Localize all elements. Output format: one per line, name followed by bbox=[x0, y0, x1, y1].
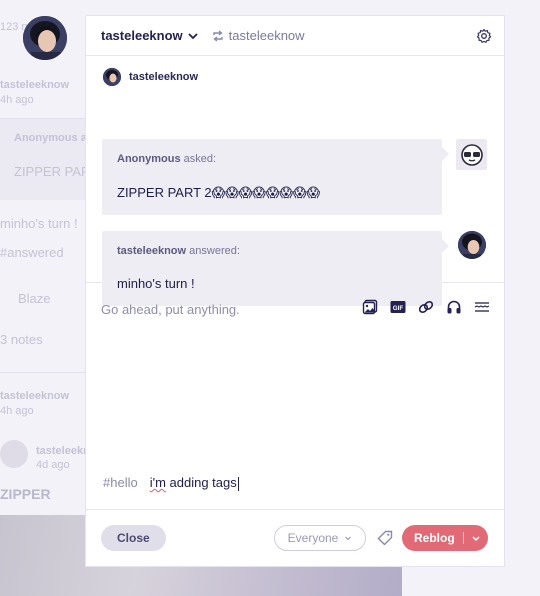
bg-post-user: tasteleeknow bbox=[0, 79, 70, 91]
bg-divider bbox=[0, 372, 86, 373]
reblog-source[interactable]: tasteleeknow bbox=[229, 28, 305, 43]
editor-input[interactable]: Go ahead, put anything. bbox=[101, 302, 240, 317]
photo-icon[interactable] bbox=[362, 299, 378, 315]
bg-avatar bbox=[0, 440, 28, 468]
read-more-icon[interactable] bbox=[474, 299, 490, 315]
answerer-name: tasteleeknow bbox=[117, 245, 187, 257]
dialog-footer: Close Everyone Reblog bbox=[86, 509, 504, 566]
text-caret bbox=[237, 476, 239, 491]
blog-avatar[interactable] bbox=[23, 16, 67, 60]
bg-post3-title: ZIPPER bbox=[0, 486, 51, 502]
tag-input-text: adding tags bbox=[165, 475, 237, 490]
chevron-down-icon[interactable] bbox=[471, 533, 481, 543]
audience-selector[interactable]: Everyone bbox=[274, 525, 366, 551]
bg-ask-box bbox=[0, 118, 86, 200]
tag-editor: #hello i'm adding tags bbox=[103, 475, 239, 491]
answer-meta: tasteleeknow answered: bbox=[117, 245, 240, 257]
reblog-icon bbox=[212, 29, 223, 42]
answerer-avatar[interactable] bbox=[458, 231, 486, 259]
bg-post3-user: tasteleekr bbox=[36, 445, 88, 457]
tag-input-misspelled: i'm bbox=[149, 475, 166, 490]
bg-post2-time: 4h ago bbox=[0, 405, 34, 417]
bg-post2-user: tasteleeknow bbox=[0, 390, 70, 402]
chevron-down-icon[interactable] bbox=[187, 30, 199, 42]
bg-tag: #answered bbox=[0, 245, 64, 260]
anonymous-avatar bbox=[456, 139, 487, 170]
editor-toolbar: GIF bbox=[362, 299, 490, 315]
reblogged-post: tasteleeknow Anonymous asked: ZIPPER PAR… bbox=[86, 56, 504, 306]
gif-label: GIF bbox=[393, 305, 404, 312]
ask-text: ZIPPER PART 2😱😱😱😱😱😱😱😱 bbox=[117, 185, 321, 200]
chevron-down-icon bbox=[345, 536, 352, 541]
post-author-name: tasteleeknow bbox=[129, 71, 199, 83]
gear-icon[interactable] bbox=[476, 28, 492, 44]
ask-meta: Anonymous asked: bbox=[117, 153, 216, 165]
bg-post3-time: 4d ago bbox=[36, 459, 70, 471]
reblog-button-label: Reblog bbox=[414, 531, 455, 545]
reblog-button[interactable]: Reblog bbox=[402, 525, 488, 551]
blog-selector[interactable]: tasteleeknow bbox=[101, 28, 183, 43]
reblog-button-divider bbox=[462, 532, 464, 544]
audio-icon[interactable] bbox=[446, 299, 462, 315]
tag-icon[interactable] bbox=[376, 529, 394, 547]
reblog-editor: Go ahead, put anything. GIF #hello i'm a… bbox=[86, 283, 504, 510]
tag-hello[interactable]: #hello bbox=[103, 475, 138, 490]
bg-blaze: Blaze bbox=[18, 291, 51, 306]
bg-anon: Anonymous as bbox=[14, 132, 93, 144]
gif-icon[interactable]: GIF bbox=[390, 299, 406, 315]
post-author[interactable]: tasteleeknow bbox=[103, 68, 198, 86]
ask-bubble: Anonymous asked: ZIPPER PART 2😱😱😱😱😱😱😱😱 bbox=[102, 139, 449, 215]
answer-verb: answered: bbox=[189, 245, 240, 257]
ask-verb: asked: bbox=[183, 153, 217, 165]
reblog-dialog: tasteleeknow tasteleeknow tasteleeknow A… bbox=[86, 16, 504, 566]
tag-input[interactable]: i'm adding tags bbox=[150, 475, 239, 491]
post-author-avatar bbox=[103, 68, 121, 86]
asker-name: Anonymous bbox=[117, 153, 181, 165]
bg-post-time: 4h ago bbox=[0, 94, 34, 106]
close-button[interactable]: Close bbox=[101, 525, 166, 551]
audience-label: Everyone bbox=[287, 531, 339, 545]
bg-answer: minho's turn ! bbox=[0, 216, 78, 231]
dialog-header: tasteleeknow tasteleeknow bbox=[86, 16, 504, 56]
link-icon[interactable] bbox=[418, 299, 434, 315]
bg-notes: 3 notes bbox=[0, 332, 43, 347]
